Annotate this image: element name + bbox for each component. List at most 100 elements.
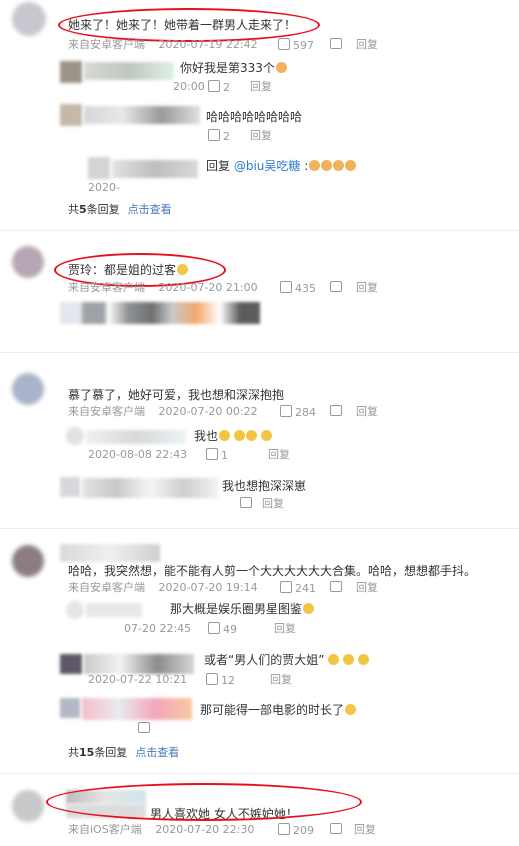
laughing-emoji-icon [219, 430, 231, 441]
avatar[interactable] [60, 61, 82, 83]
blurred-content [60, 302, 260, 324]
highlight-circle [58, 8, 320, 42]
user-name[interactable] [84, 62, 174, 80]
like-button[interactable]: 2 [208, 80, 230, 95]
thumb-up-icon [208, 129, 220, 141]
mention-link[interactable]: @biu吴吃糖 [234, 159, 301, 173]
cat-emoji-icon [321, 160, 333, 171]
comment-icon [330, 581, 342, 592]
reply-button[interactable]: 回复 [262, 497, 284, 511]
avatar[interactable] [60, 654, 82, 674]
like-button[interactable]: 2 [208, 129, 230, 144]
avatar[interactable] [60, 104, 82, 126]
like-button[interactable]: 284 [280, 405, 316, 420]
avatar[interactable] [12, 246, 44, 278]
laughing-emoji-icon [261, 430, 273, 441]
comment-icon [138, 722, 150, 733]
reply-button[interactable]: 回复 [250, 129, 272, 143]
comment-source: 来自安卓客户端 [68, 281, 145, 294]
user-name[interactable] [84, 654, 194, 674]
user-name[interactable] [60, 544, 160, 562]
comment-source: 来自iOS客户端 [68, 823, 142, 836]
reply-time: 2020-08-08 22:43 [88, 448, 188, 461]
comment-button[interactable] [138, 722, 153, 736]
divider [0, 230, 519, 231]
reply-time: 20:00 [173, 80, 205, 93]
comment-button[interactable] [330, 823, 345, 837]
view-more-link[interactable]: 点击查看 [128, 203, 172, 216]
reply-button[interactable]: 回复 [356, 281, 378, 295]
reply-time: 07-20 22:45 [124, 622, 192, 635]
reply-button[interactable]: 回复 [356, 581, 378, 595]
laughing-emoji-icon [303, 603, 315, 614]
comment-icon [330, 405, 342, 416]
view-more-link[interactable]: 点击查看 [135, 746, 179, 759]
reply-button[interactable]: 回复 [270, 673, 292, 687]
comment-button[interactable] [330, 405, 345, 419]
comment-icon [330, 823, 342, 834]
reply-button[interactable]: 回复 [356, 405, 378, 419]
thumb-up-icon [278, 38, 290, 50]
user-name[interactable] [82, 698, 192, 720]
like-button[interactable]: 12 [206, 673, 235, 688]
reply-button[interactable]: 回复 [354, 823, 376, 837]
comment-source: 来自安卓客户端 [68, 581, 145, 594]
comment-icon [330, 281, 342, 292]
divider [0, 352, 519, 353]
avatar[interactable] [12, 373, 44, 405]
thumb-up-icon [280, 581, 292, 593]
like-button[interactable]: 49 [208, 622, 237, 637]
reply-time: 2020-07-22 10:21 [88, 673, 188, 686]
comment-button[interactable] [330, 281, 345, 295]
avatar[interactable] [66, 427, 84, 445]
comment-source: 来自安卓客户端 [68, 405, 145, 418]
comment-meta: 来自安卓客户端 2020-07-19 22:42 [68, 38, 258, 52]
comment-button[interactable] [240, 497, 255, 511]
reply-text: 那大概是娱乐圈男星图鉴 [170, 601, 315, 617]
comment-meta: 来自iOS客户端 2020-07-20 22:30 [68, 823, 254, 837]
like-button[interactable]: 209 [278, 823, 314, 838]
like-button[interactable]: 241 [280, 581, 316, 596]
thumb-up-icon [208, 622, 220, 634]
avatar[interactable] [88, 157, 110, 179]
reply-text: 我也 [194, 428, 273, 444]
reply-button[interactable]: 回复 [268, 448, 290, 462]
user-name[interactable] [82, 478, 218, 498]
reply-button[interactable]: 回复 [274, 622, 296, 636]
avatar[interactable] [12, 2, 46, 36]
like-button[interactable]: 1 [206, 448, 228, 463]
divider [0, 528, 519, 529]
comment-time: 2020-07-20 21:00 [158, 281, 258, 294]
thumb-up-icon [208, 80, 220, 92]
reply-text: 回复 @biu吴吃糖 : [206, 158, 357, 174]
cat-emoji-icon [275, 62, 287, 73]
comment-time: 2020-07-20 00:22 [158, 405, 258, 418]
comment-button[interactable] [330, 38, 345, 52]
comment-button[interactable] [330, 581, 345, 595]
user-name[interactable] [86, 430, 186, 444]
divider [0, 773, 519, 774]
comment-source: 来自安卓客户端 [68, 38, 145, 51]
reply-text: 你好我是第333个 [180, 60, 287, 76]
user-name[interactable] [112, 160, 198, 178]
laughing-emoji-icon [358, 654, 370, 665]
avatar[interactable] [12, 790, 44, 822]
smile-emoji-icon [345, 704, 357, 715]
more-replies: 共15条回复 点击查看 [68, 746, 180, 759]
comment-meta: 来自安卓客户端 2020-07-20 21:00 [68, 281, 258, 295]
avatar[interactable] [66, 601, 84, 619]
comment-icon [240, 497, 252, 508]
reply-text: 或者“男人们的贾大姐” [204, 652, 370, 668]
comment-time: 2020-07-20 19:14 [158, 581, 258, 594]
avatar[interactable] [12, 545, 44, 577]
user-name[interactable] [84, 106, 200, 124]
like-button[interactable]: 597 [278, 38, 314, 53]
avatar[interactable] [60, 698, 80, 718]
comment-meta: 来自安卓客户端 2020-07-20 19:14 [68, 581, 258, 595]
avatar[interactable] [60, 477, 80, 497]
reply-button[interactable]: 回复 [356, 38, 378, 52]
like-button[interactable]: 435 [280, 281, 316, 296]
comment-text: 哈哈，我突然想，能不能有人剪一个大大大大大大合集。哈哈，想想都手抖。 [68, 564, 477, 578]
reply-button[interactable]: 回复 [250, 80, 272, 94]
user-name[interactable] [86, 603, 142, 617]
